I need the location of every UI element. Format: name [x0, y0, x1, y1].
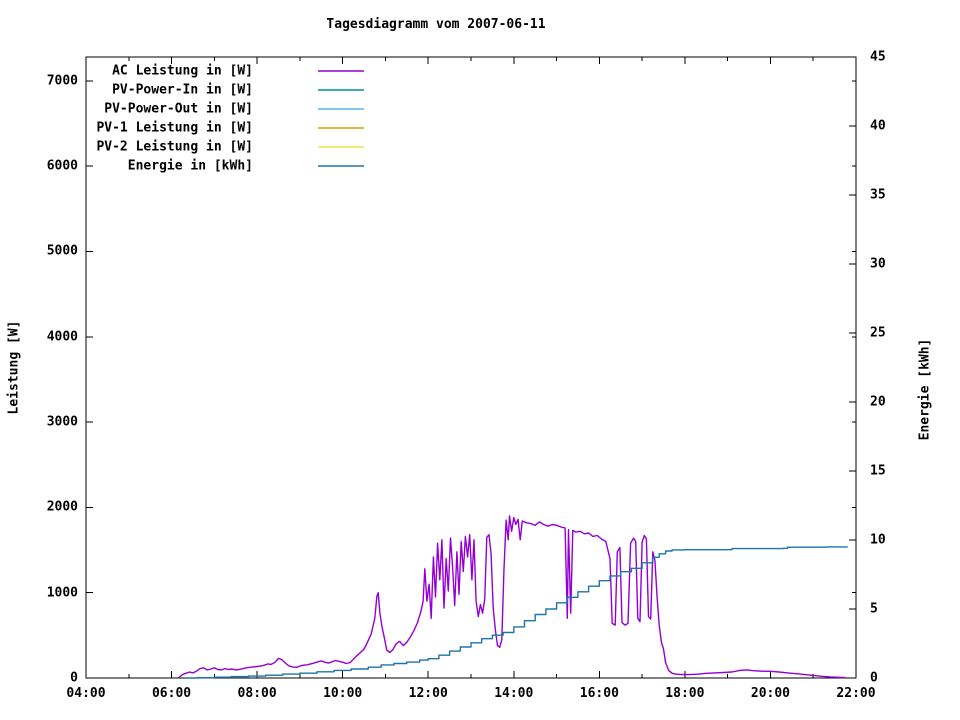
- x-tick-label: 22:00: [836, 686, 876, 701]
- y2-tick-label: 0: [870, 670, 878, 686]
- y-tick-label: 2000: [46, 499, 78, 515]
- legend-item-label: PV-Power-In in [W]: [112, 82, 253, 98]
- y2-tick-label: 5: [870, 601, 878, 617]
- legend-item-label: PV-Power-Out in [W]: [104, 101, 253, 117]
- y-tick-label: 4000: [46, 329, 78, 345]
- y-tick-label: 1000: [46, 585, 78, 601]
- y2-tick-label: 25: [870, 325, 886, 341]
- x-tick-label: 04:00: [66, 686, 106, 701]
- y2-tick-label: 10: [870, 532, 886, 548]
- x-tick-label: 12:00: [408, 686, 448, 701]
- legend-item-label: PV-1 Leistung in [W]: [96, 120, 253, 136]
- x-tick-label: 06:00: [151, 686, 192, 701]
- y-tick-label: 0: [70, 670, 78, 686]
- x-tick-label: 10:00: [323, 686, 363, 701]
- y2-tick-label: 40: [870, 118, 886, 134]
- x-tick-label: 18:00: [665, 686, 705, 701]
- y2-tick-label: 30: [870, 256, 886, 272]
- y-tick-label: 5000: [46, 243, 78, 259]
- x-tick-label: 20:00: [750, 686, 791, 701]
- y-tick-label: 3000: [46, 414, 78, 430]
- daily-pv-chart: Tagesdiagramm vom 2007-06-11 Leistung [W…: [0, 0, 960, 720]
- y2-tick-label: 35: [870, 187, 886, 203]
- series-energie-in-kwh-line: [184, 546, 849, 679]
- legend-item-label: PV-2 Leistung in [W]: [96, 139, 253, 155]
- legend-item-label: AC Leistung in [W]: [112, 63, 253, 79]
- y2-tick-label: 15: [870, 463, 886, 479]
- x-tick-label: 08:00: [237, 686, 277, 701]
- series-ac-leistung-in-w-line: [178, 515, 846, 679]
- legend-item-label: Energie in [kWh]: [127, 158, 253, 174]
- y2-tick-label: 45: [870, 49, 886, 65]
- y2-tick-label: 20: [870, 394, 886, 410]
- x-tick-label: 14:00: [494, 686, 534, 701]
- x-tick-label: 16:00: [579, 686, 619, 701]
